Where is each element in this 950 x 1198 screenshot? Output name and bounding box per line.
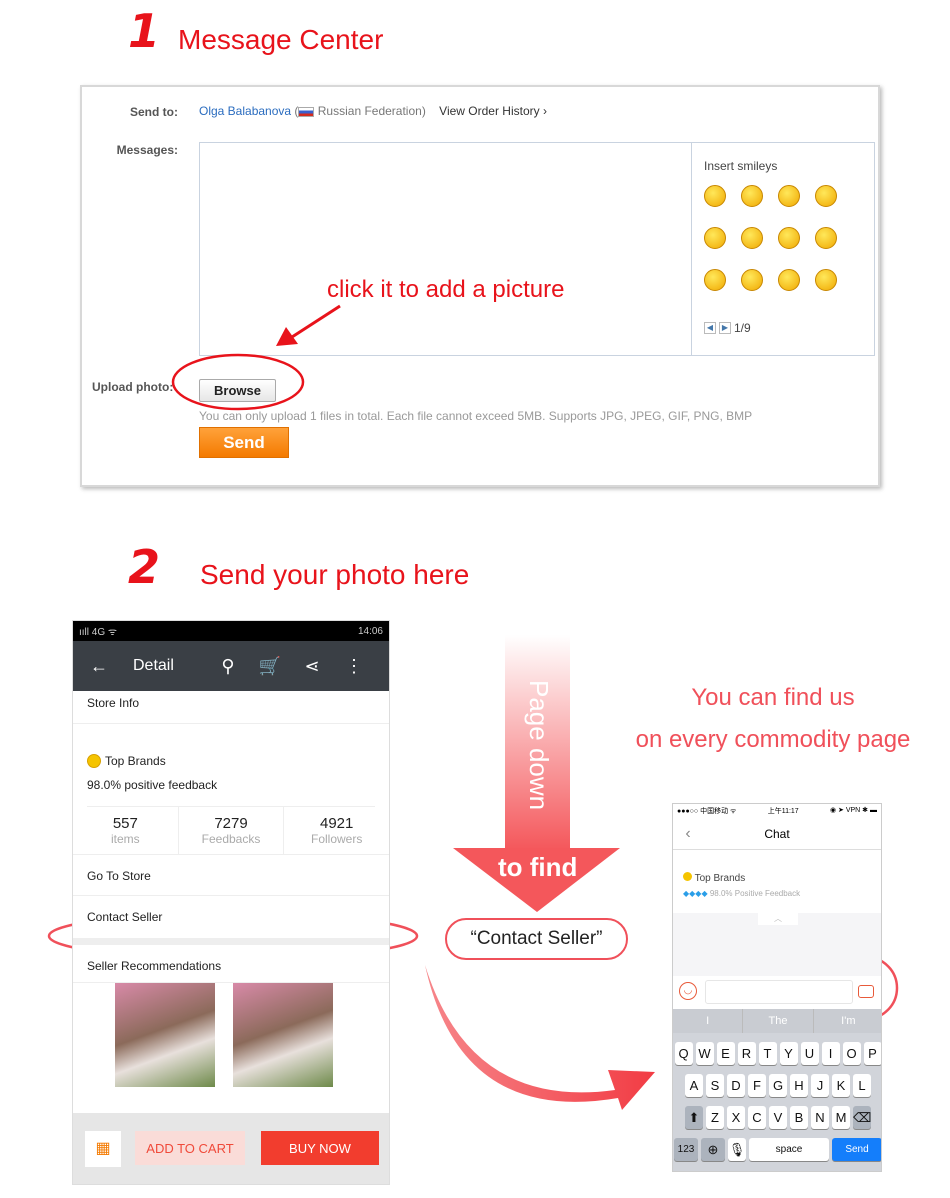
buy-now-button[interactable]: BUY NOW bbox=[261, 1131, 379, 1165]
suggestion[interactable]: The bbox=[743, 1009, 814, 1033]
key[interactable]: Y bbox=[779, 1042, 798, 1065]
share-icon[interactable]: ⋖ bbox=[291, 656, 333, 677]
key[interactable]: P bbox=[863, 1042, 881, 1065]
chat-input[interactable] bbox=[705, 980, 853, 1004]
key[interactable]: T bbox=[758, 1042, 777, 1065]
collapse-icon[interactable]: ︿ bbox=[758, 913, 798, 925]
page-down-text: Page down bbox=[524, 680, 554, 811]
top-brands: Top Brands bbox=[694, 873, 746, 884]
stat-followers[interactable]: 4921 Followers bbox=[284, 807, 389, 854]
camera-icon[interactable] bbox=[858, 985, 874, 998]
step-title-2: Send your photo here bbox=[200, 559, 470, 590]
keyboard: I The I'm QWERTYUIOP ASDFGHJKL ⬆ Z X C V B N M ⌫… bbox=[673, 1009, 881, 1171]
positive-feedback: 98.0% positive feedback bbox=[87, 778, 375, 807]
store-icon[interactable]: ▦ bbox=[85, 1131, 121, 1167]
status-icons: ◉ ➤ VPN ✱ ▬ bbox=[829, 807, 877, 814]
store-info-header: Store Info bbox=[73, 691, 389, 724]
key[interactable]: Q bbox=[674, 1042, 693, 1065]
key[interactable]: K bbox=[832, 1074, 850, 1097]
contact-seller-item[interactable]: Contact Seller bbox=[73, 896, 389, 939]
numbers-key[interactable]: 123 bbox=[674, 1138, 698, 1161]
arrow-line bbox=[291, 304, 341, 339]
medal-icon bbox=[683, 872, 692, 881]
to-find-text: to find bbox=[498, 852, 578, 882]
key[interactable]: C bbox=[748, 1106, 766, 1129]
note-line-1: You can find us bbox=[691, 684, 855, 711]
product-photo[interactable] bbox=[115, 983, 215, 1087]
product-photo[interactable] bbox=[233, 983, 333, 1087]
key[interactable]: G bbox=[769, 1074, 787, 1097]
curved-arrow-icon bbox=[425, 965, 655, 1110]
chat-title: Chat bbox=[764, 826, 790, 841]
phone-chat-screen: ●●●○○ 中国移动 ᯤ 上午11:17 ◉ ➤ VPN ✱ ▬ ‹ Chat To… bbox=[672, 803, 882, 1172]
key[interactable]: S bbox=[706, 1074, 724, 1097]
seller-recommendations-header: Seller Recommendations bbox=[73, 945, 389, 983]
key[interactable]: E bbox=[716, 1042, 735, 1065]
shift-key[interactable]: ⬆ bbox=[685, 1106, 703, 1129]
diamond-rating-icon: ◆◆◆◆ bbox=[683, 889, 708, 898]
emoji-icon[interactable]: ◡ bbox=[679, 982, 697, 1000]
key[interactable]: R bbox=[737, 1042, 756, 1065]
clock: 14:06 bbox=[357, 625, 383, 637]
positive-feedback: 98.0% Positive Feedback bbox=[709, 889, 801, 898]
globe-key-icon[interactable]: ⊕ bbox=[701, 1138, 725, 1161]
go-to-store-item[interactable]: Go To Store bbox=[73, 855, 389, 896]
key[interactable]: V bbox=[769, 1106, 787, 1129]
suggestion[interactable]: I'm bbox=[814, 1009, 881, 1033]
screen-title: Detail bbox=[133, 657, 174, 674]
key[interactable]: I bbox=[821, 1042, 840, 1065]
medal-icon bbox=[87, 754, 101, 768]
suggestion[interactable]: I bbox=[673, 1009, 744, 1033]
key[interactable]: D bbox=[727, 1074, 745, 1097]
browse-highlight-ellipse bbox=[171, 353, 305, 411]
key[interactable]: Z bbox=[706, 1106, 724, 1129]
key[interactable]: H bbox=[790, 1074, 808, 1097]
back-chevron-icon[interactable]: ‹ bbox=[673, 825, 703, 843]
key[interactable]: N bbox=[811, 1106, 829, 1129]
key[interactable]: L bbox=[853, 1074, 871, 1097]
signal-status: ııll 4G ᯤ bbox=[79, 627, 118, 638]
more-icon[interactable]: ⋮ bbox=[333, 656, 375, 677]
add-to-cart-button[interactable]: ADD TO CART bbox=[135, 1131, 245, 1165]
key[interactable]: U bbox=[800, 1042, 819, 1065]
step-number-2: 2 bbox=[128, 540, 161, 594]
carrier-status: ●●●○○ 中国移动 ᯤ bbox=[677, 808, 737, 815]
key[interactable]: F bbox=[748, 1074, 766, 1097]
key[interactable]: O bbox=[842, 1042, 861, 1065]
key[interactable]: M bbox=[832, 1106, 850, 1129]
key[interactable]: B bbox=[790, 1106, 808, 1129]
phone-detail-screen: ııll 4G ᯤ 14:06 ← Detail ⚲ 🛒 ⋖ ⋮ Store In… bbox=[72, 620, 390, 1185]
clock: 上午11:17 bbox=[767, 808, 799, 815]
note-line-2: on every commodity page bbox=[635, 726, 911, 753]
back-arrow-icon[interactable]: ← bbox=[87, 656, 111, 677]
key[interactable]: X bbox=[727, 1106, 745, 1129]
stat-items[interactable]: 557 items bbox=[73, 807, 179, 854]
search-icon[interactable]: ⚲ bbox=[207, 656, 249, 677]
cart-icon[interactable]: 🛒 bbox=[249, 656, 291, 677]
mic-key-icon[interactable]: 🎙 bbox=[728, 1138, 746, 1161]
space-key[interactable]: space bbox=[749, 1138, 829, 1161]
contact-seller-pill: “Contact Seller” bbox=[445, 918, 628, 960]
stat-feedbacks[interactable]: 7279 Feedbacks bbox=[179, 807, 285, 854]
key[interactable]: A bbox=[685, 1074, 703, 1097]
backspace-key-icon[interactable]: ⌫ bbox=[853, 1106, 871, 1129]
key[interactable]: J bbox=[811, 1074, 829, 1097]
send-key[interactable]: Send bbox=[832, 1138, 881, 1161]
key[interactable]: W bbox=[695, 1042, 714, 1065]
top-brands: Top Brands bbox=[105, 754, 166, 768]
